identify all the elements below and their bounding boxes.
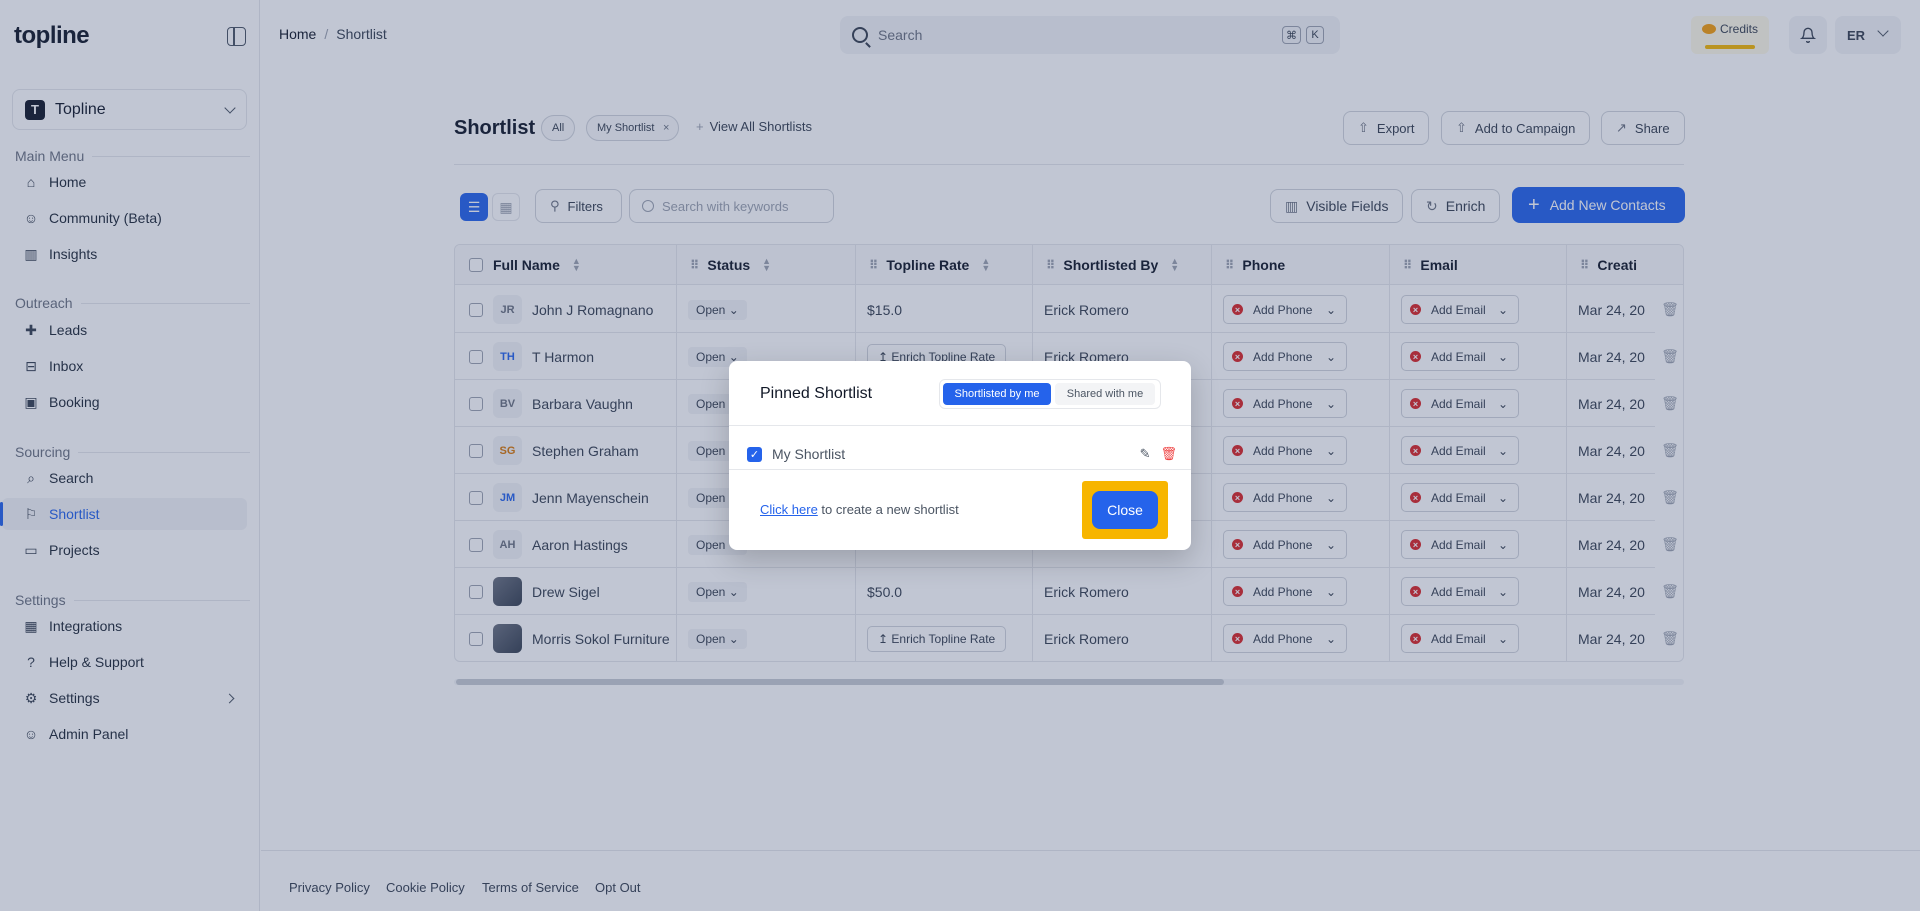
edit-icon[interactable]: ✎ xyxy=(1140,446,1151,462)
tab-shortlisted-by-me[interactable]: Shortlisted by me xyxy=(943,383,1051,405)
create-shortlist-link[interactable]: Click here xyxy=(760,502,818,517)
close-button[interactable]: Close xyxy=(1092,491,1158,529)
trash-icon[interactable]: 🗑 xyxy=(1160,446,1177,462)
pinned-shortlist-modal: Pinned Shortlist Shortlisted by me Share… xyxy=(729,361,1191,550)
create-shortlist-suffix: to create a new shortlist xyxy=(817,502,959,517)
modal-divider xyxy=(729,469,1191,470)
shortlist-checkbox[interactable]: ✓ xyxy=(747,446,762,462)
tab-shared-with-me[interactable]: Shared with me xyxy=(1055,383,1155,405)
modal-divider xyxy=(729,425,1191,426)
shortlist-filter-tabs: Shortlisted by me Shared with me xyxy=(939,379,1161,409)
create-shortlist-text: Click here to create a new shortlist xyxy=(760,502,959,517)
shortlist-name: My Shortlist xyxy=(772,446,846,462)
modal-title: Pinned Shortlist xyxy=(760,385,873,402)
highlight-frame: Close xyxy=(1082,481,1168,539)
shortlist-item: ✓ My Shortlist ✎ 🗑 xyxy=(747,439,1177,469)
